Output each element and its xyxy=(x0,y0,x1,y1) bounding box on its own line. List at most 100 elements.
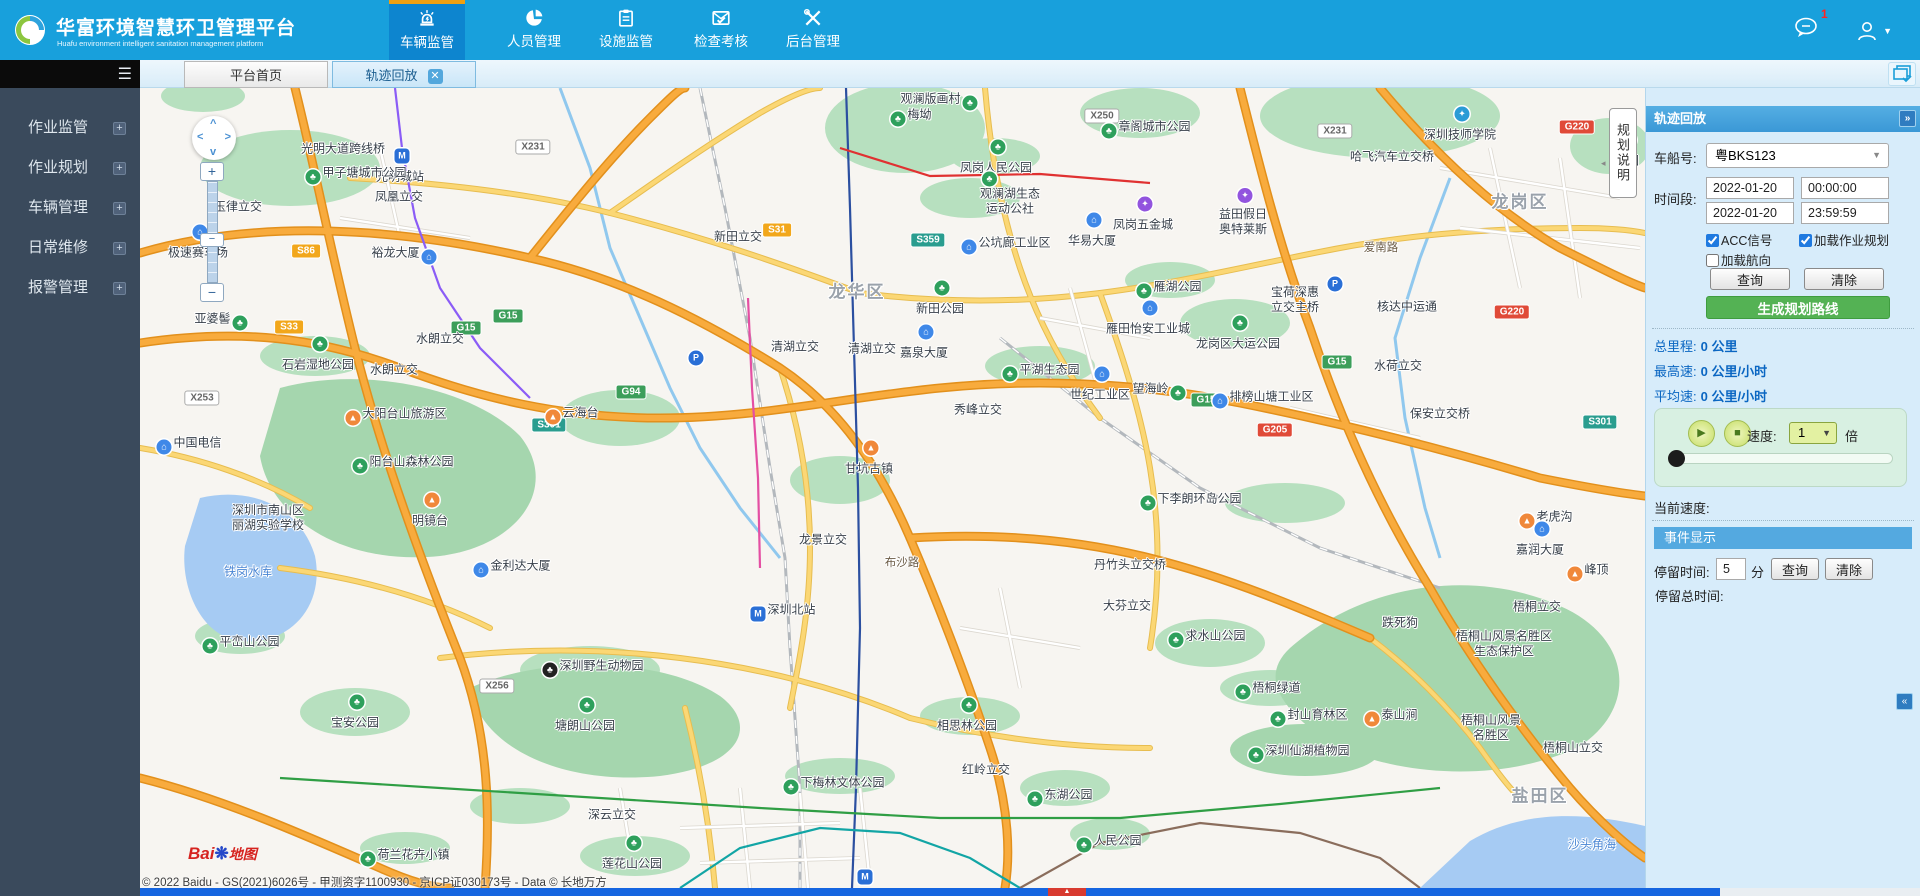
messages-button[interactable]: 1 xyxy=(1793,16,1819,45)
pan-down-icon[interactable]: v xyxy=(210,146,216,158)
sidebar-item[interactable]: 报警管理+ xyxy=(0,268,140,308)
plan-note-toggle[interactable]: 规划说明 xyxy=(1609,108,1637,198)
hamburger-menu-icon[interactable]: ☰ xyxy=(118,64,132,84)
map-label-text: 雁田怡安工业城 xyxy=(1106,322,1190,336)
checkbox-ACC信号[interactable]: ACC信号 xyxy=(1706,230,1772,249)
user-menu-button[interactable]: ▼ xyxy=(1855,19,1892,43)
map-label-text: 深圳技师学院 xyxy=(1424,128,1496,142)
park-poi-icon: ♣ xyxy=(1076,838,1091,853)
checkbox-加载航向[interactable]: 加载航向 xyxy=(1706,250,1771,269)
map-label: 哈飞汽车立交桥 xyxy=(1350,148,1434,165)
nav-item-clipboard[interactable]: 设施监管 xyxy=(588,0,664,60)
pan-up-icon[interactable]: ^ xyxy=(210,118,216,130)
p-poi-icon: P xyxy=(689,351,704,366)
map-label: 龙华区 xyxy=(829,278,886,303)
window-arrange-button[interactable] xyxy=(1888,62,1916,86)
message-bubble-icon xyxy=(1793,16,1819,40)
checkbox-加载作业规划[interactable]: 加载作业规划 xyxy=(1799,230,1889,249)
sc-poi-icon: ▲ xyxy=(345,411,360,426)
play-button[interactable]: ▶ xyxy=(1688,420,1715,447)
sidebar-item[interactable]: 作业监管+ xyxy=(0,108,140,148)
sidebar-item[interactable]: 日常维修+ xyxy=(0,228,140,268)
expand-plus-icon[interactable]: + xyxy=(113,202,126,215)
sidebar-item[interactable]: 车辆管理+ xyxy=(0,188,140,228)
map-label-text: 下梅林文体公园 xyxy=(800,776,884,790)
zoom-slider-track[interactable] xyxy=(207,181,218,283)
map-label: 核达中运通 xyxy=(1377,298,1437,315)
map-label: ♣下李朗环岛公园 xyxy=(1138,490,1241,511)
tab-inactive[interactable]: 平台首页 xyxy=(184,61,328,88)
pan-left-icon[interactable]: < xyxy=(197,131,203,143)
zoom-slider-handle[interactable]: − xyxy=(200,233,224,247)
map-label-text: 凤凰立交 xyxy=(375,190,423,204)
checkbox-input[interactable] xyxy=(1706,254,1719,267)
baidu-logo[interactable]: Bai❋地图 xyxy=(188,844,257,864)
map-label-text: 云海台 xyxy=(562,406,598,420)
park-poi-icon: ♣ xyxy=(1248,748,1263,763)
vehicle-select[interactable]: 粤BKS123 ▼ xyxy=(1706,143,1889,168)
close-icon[interactable]: ✕ xyxy=(428,69,443,84)
expand-plus-icon[interactable]: + xyxy=(113,242,126,255)
zoom-out-button[interactable]: − xyxy=(200,283,224,302)
metro-poi-icon: M xyxy=(750,607,765,622)
time-range-label: 时间段: xyxy=(1654,189,1697,208)
sidebar-item[interactable]: 作业规划 + xyxy=(0,148,140,188)
nav-item-mail[interactable]: 检查考核 xyxy=(683,0,759,60)
playback-slider-knob[interactable] xyxy=(1668,450,1685,467)
map-label: 爱南路 xyxy=(1364,239,1399,255)
bottom-panel-toggle[interactable]: ▲ xyxy=(1048,888,1086,896)
stay-query-button[interactable]: 查询 xyxy=(1771,558,1819,580)
park-poi-icon: ♣ xyxy=(963,96,978,111)
end-date-input[interactable] xyxy=(1706,202,1794,224)
checkbox-input[interactable] xyxy=(1799,234,1812,247)
map-label: 龙岗区 xyxy=(1492,188,1549,213)
start-date-input[interactable] xyxy=(1706,177,1794,199)
playback-slider[interactable] xyxy=(1669,453,1893,464)
generate-route-button[interactable]: 生成规划路线 xyxy=(1706,296,1890,319)
clear-button[interactable]: 清除 xyxy=(1804,268,1884,290)
query-button[interactable]: 查询 xyxy=(1710,268,1790,290)
map-label-text: 沙头角海 xyxy=(1568,838,1616,852)
nav-item-tools[interactable]: 后台管理 xyxy=(775,0,851,60)
stay-clear-button[interactable]: 清除 xyxy=(1825,558,1873,580)
map-label: ⌂公坑廊工业区 xyxy=(959,234,1050,255)
tab-active[interactable]: 轨迹回放✕ xyxy=(332,61,476,88)
map-label-text: 下李朗环岛公园 xyxy=(1157,492,1241,506)
map-label-text: 泰山涧 xyxy=(1381,708,1417,722)
map-label-text: 塘朗山公园 xyxy=(555,719,615,733)
zoom-in-button[interactable]: + xyxy=(200,162,224,181)
sidebar-item-label: 作业规划 xyxy=(28,159,88,176)
expand-plus-icon[interactable]: + xyxy=(113,282,126,295)
clipboard-icon xyxy=(616,8,636,28)
map-label: 观澜版画村♣ xyxy=(900,90,979,111)
map-canvas[interactable]: 光明大道跨线桥♣梅坳♣章阁城市公园观澜版画村♣哈飞汽车立交桥✦深圳技师学院♣凤岗… xyxy=(140,88,1645,888)
expand-plus-icon[interactable]: + xyxy=(113,162,126,175)
park-poi-icon: ♣ xyxy=(1136,284,1151,299)
map-label: ▲甘坑古镇 xyxy=(845,460,893,477)
school-poi-icon: ✦ xyxy=(1454,107,1469,122)
map-label: 布沙路 xyxy=(885,554,920,570)
panel-expand-button[interactable]: « xyxy=(1896,693,1913,710)
park-poi-icon: ♣ xyxy=(1101,124,1116,139)
expand-plus-icon[interactable]: + xyxy=(113,122,126,135)
map-label-text: 梧桐绿道 xyxy=(1252,681,1300,695)
map-pan-control[interactable]: ^ v < > xyxy=(192,116,236,160)
map-label: 龙景立交 xyxy=(799,531,847,548)
nav-item-siren[interactable]: 车辆监管 xyxy=(389,0,465,60)
stay-time-input[interactable] xyxy=(1716,558,1746,580)
start-time-input[interactable] xyxy=(1801,177,1889,199)
park-poi-icon: ♣ xyxy=(1171,386,1186,401)
speed-select[interactable]: 1 ▼ xyxy=(1789,422,1837,444)
nav-item-pie[interactable]: 人员管理 xyxy=(496,0,572,60)
checkbox-input[interactable] xyxy=(1706,234,1719,247)
map-label-text: 雁湖公园 xyxy=(1153,280,1201,294)
end-time-input[interactable] xyxy=(1801,202,1889,224)
map-label: M深圳北站 xyxy=(748,601,815,622)
park-poi-icon: ♣ xyxy=(202,639,217,654)
map-label: ♣平峦山公园 xyxy=(200,633,279,654)
map-label: 梧桐山立交 xyxy=(1543,739,1603,756)
map-label-text: 凤岗五金城 xyxy=(1113,218,1173,232)
pan-right-icon[interactable]: > xyxy=(225,131,231,143)
map-label: ♣莲花山公园 xyxy=(602,855,662,872)
panel-collapse-button[interactable]: » xyxy=(1899,110,1916,127)
